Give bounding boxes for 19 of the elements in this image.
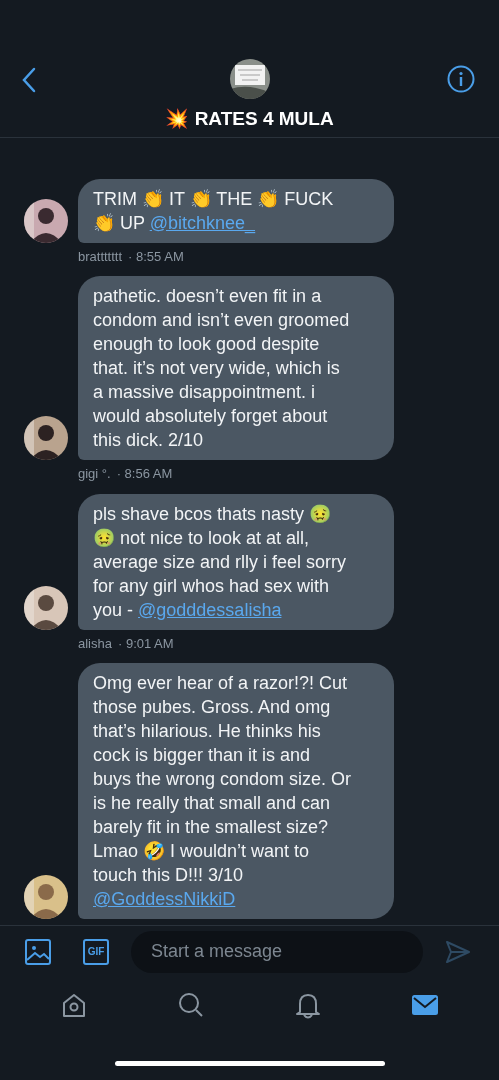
gif-button[interactable]: GIF bbox=[83, 938, 109, 965]
message-text: pls shave bcos thats nasty 🤢 🤢 not nice to look at at all, average size and rlly i feel sorry for any girl whos had sex with you - @godddessalisha bbox=[93, 502, 348, 622]
message-time: · 8:55 AM bbox=[128, 247, 184, 266]
sender-name: brattttttt bbox=[78, 247, 123, 266]
message-time: · 8:56 AM bbox=[116, 465, 173, 483]
message-time: · 9:01 AM bbox=[117, 634, 174, 653]
message-text: Omg ever hear of a razor!?! Cut those pubes. Gross. And omg that’s hilarious. He thinks his cock is bigger than it is and buys the wrong condom size. Or is he really that small and can barely fit in the smallest size? Lmao 🤣 I wouldn’t want to touch this D!!! 3/10 @GoddessNikkiD bbox=[93, 672, 353, 911]
message-text: pathetic. doesn’t even fit in a condom and isn’t even groomed enough to look good despite that. it’s not very wide, which is a massive disappointment. i would absolutely forget about this dick. 2/10 bbox=[93, 285, 351, 452]
sender-name: gigi °. bbox=[78, 465, 111, 483]
sender-name: alisha bbox=[78, 634, 112, 653]
message-input-field[interactable]: Start a message bbox=[131, 930, 423, 973]
conversation-title: 💥 RATES 4 MULA bbox=[165, 107, 334, 131]
info-icon[interactable] bbox=[447, 65, 475, 93]
image-icon[interactable] bbox=[24, 937, 52, 966]
mention-link[interactable]: @bitchknee_ bbox=[149, 212, 256, 233]
message-text: TRIM 👏 IT 👏 THE 👏 FUCK 👏 UP @bitchknee_ bbox=[93, 187, 335, 235]
mention-link[interactable]: @godddessalisha bbox=[138, 599, 282, 620]
back-icon[interactable] bbox=[20, 67, 38, 93]
mention-link[interactable]: @GoddessNikkiD bbox=[93, 889, 236, 909]
